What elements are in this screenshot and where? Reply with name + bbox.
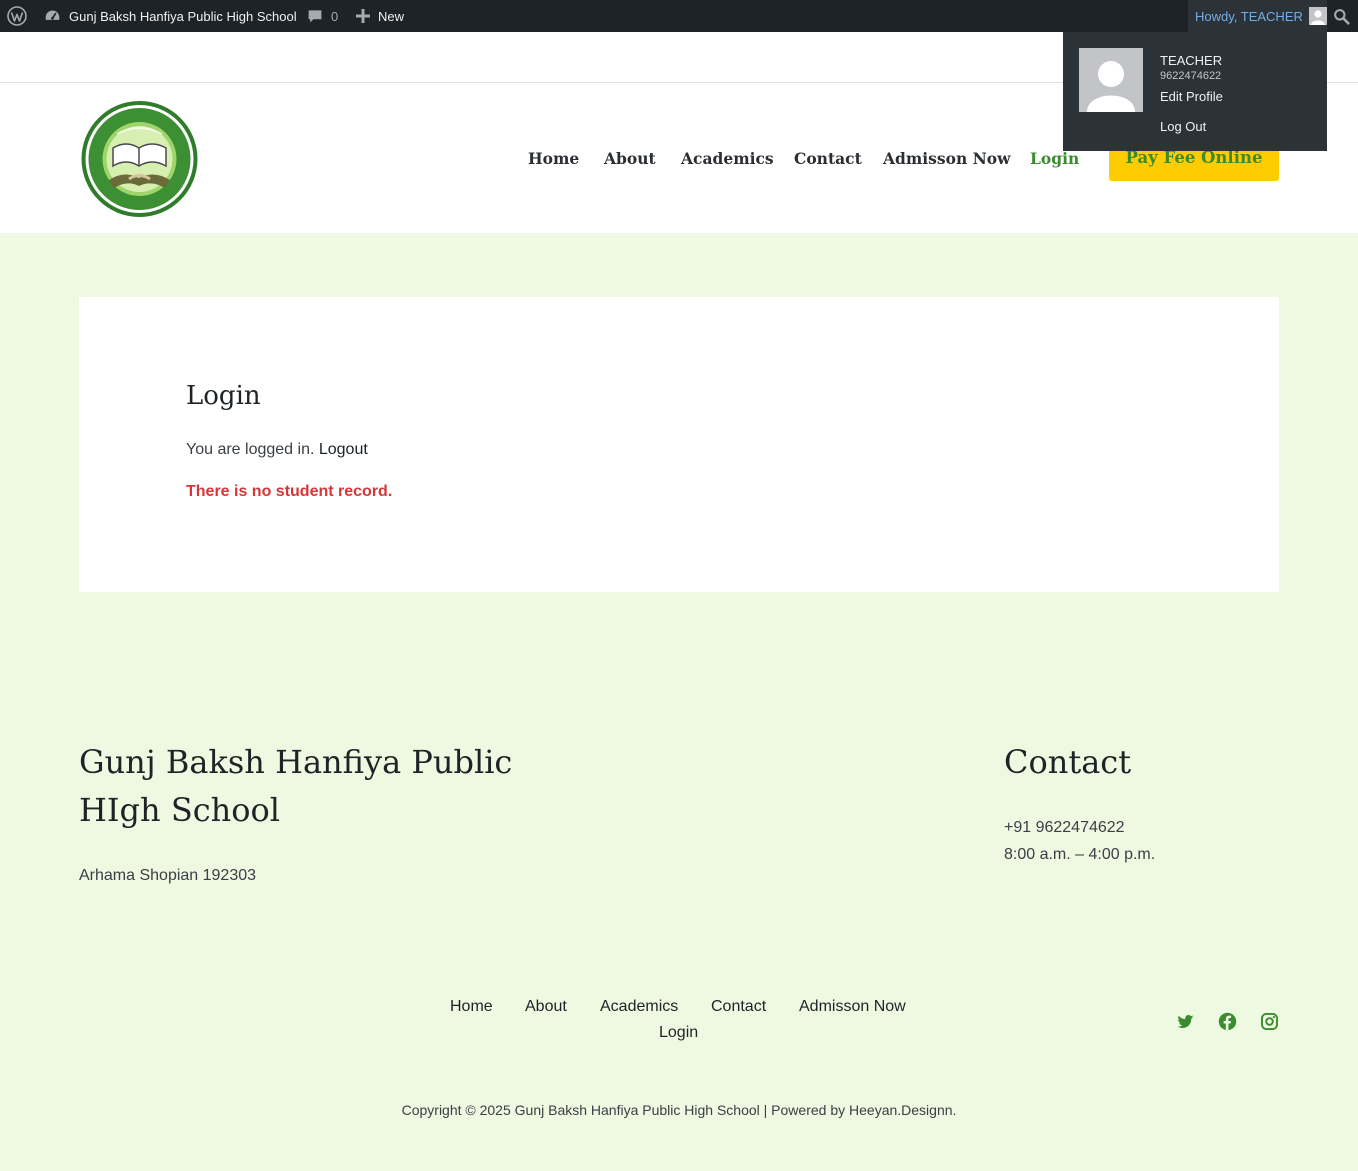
footer-nav-contact[interactable]: Contact — [711, 998, 766, 1016]
dashboard-icon — [44, 8, 61, 25]
comments-count: 0 — [331, 8, 339, 24]
admin-bar: Gunj Baksh Hanfiya Public High School 0 … — [0, 0, 1358, 32]
footer-hours: 8:00 a.m. – 4:00 p.m. — [1004, 846, 1156, 863]
new-label: New — [378, 8, 405, 24]
edit-profile-link[interactable]: Edit Profile — [1160, 89, 1223, 104]
footer-address: Arhama Shopian 192303 — [79, 867, 257, 884]
nav-login[interactable]: Login — [1030, 149, 1079, 168]
display-name[interactable]: TEACHER — [1160, 53, 1222, 68]
footer-nav-about[interactable]: About — [525, 998, 567, 1016]
search-icon[interactable] — [1333, 0, 1350, 32]
footer-copyright: Copyright © 2025 Gunj Baksh Hanfiya Publ… — [401, 1102, 957, 1118]
login-card: Login You are logged in. Logout There is… — [79, 297, 1279, 592]
instagram-icon[interactable] — [1260, 1012, 1279, 1031]
comment-bubble-icon — [307, 8, 323, 24]
username: 9622474622 — [1160, 70, 1222, 82]
no-student-record-notice: There is no student record. — [186, 483, 393, 500]
school-logo[interactable] — [79, 100, 200, 218]
wordpress-logo-icon[interactable] — [7, 0, 27, 32]
avatar-large[interactable] — [1079, 48, 1143, 112]
footer-contact-title: Contact — [1004, 743, 1132, 781]
site-name-link[interactable]: Gunj Baksh Hanfiya Public High School — [44, 0, 297, 32]
nav-academics[interactable]: Academics — [681, 149, 774, 168]
account-dropdown: TEACHER 9622474622 Edit Profile Log Out — [1063, 32, 1327, 151]
plus-icon — [356, 9, 370, 23]
page-title: Login — [186, 381, 261, 411]
my-account-menu[interactable]: Howdy, TEACHER — [1188, 0, 1327, 32]
footer-school-name: Gunj Baksh Hanfiya Public HIgh School — [79, 743, 513, 829]
footer-nav-login[interactable]: Login — [659, 1024, 698, 1042]
footer-nav-admission-now[interactable]: Admisson Now — [799, 998, 906, 1016]
logout-link[interactable]: Logout — [319, 441, 368, 458]
nav-admission-now[interactable]: Admisson Now — [883, 149, 1010, 168]
footer-nav-home[interactable]: Home — [450, 998, 493, 1016]
facebook-icon[interactable] — [1218, 1012, 1237, 1031]
nav-home[interactable]: Home — [528, 149, 579, 168]
footer-nav-academics[interactable]: Academics — [600, 998, 678, 1016]
new-content-link[interactable]: New — [356, 0, 404, 32]
logged-in-text: You are logged in. — [186, 441, 319, 458]
footer-phone[interactable]: +91 9622474622 — [1004, 819, 1125, 837]
nav-about[interactable]: About — [604, 149, 656, 168]
log-out-link[interactable]: Log Out — [1160, 119, 1206, 134]
nav-contact[interactable]: Contact — [794, 149, 862, 168]
twitter-icon[interactable] — [1176, 1012, 1195, 1031]
comments-link[interactable]: 0 — [307, 0, 338, 32]
site-name: Gunj Baksh Hanfiya Public High School — [69, 8, 297, 24]
howdy-text: Howdy, TEACHER — [1195, 8, 1303, 24]
logged-in-message: You are logged in. Logout — [186, 441, 368, 459]
avatar-small — [1308, 7, 1327, 25]
